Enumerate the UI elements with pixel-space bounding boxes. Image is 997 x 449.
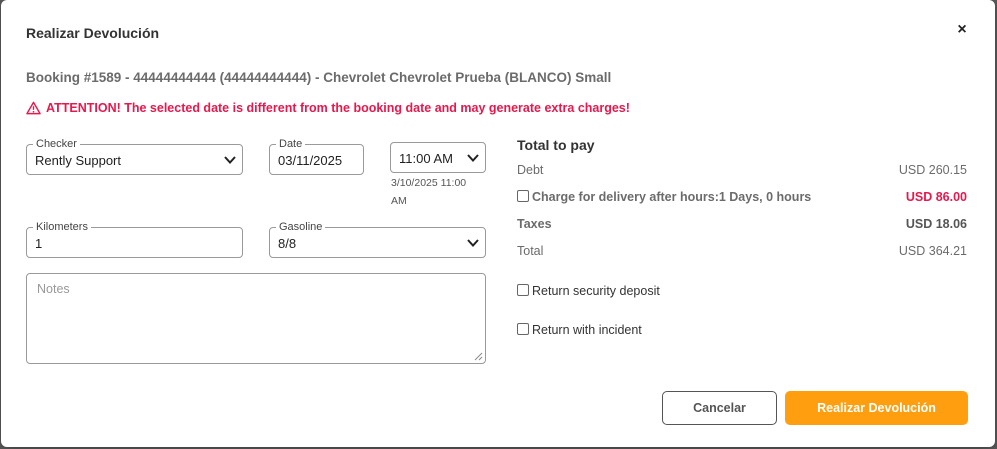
date-warning: ATTENTION! The selected date is differen… (26, 101, 630, 115)
debt-row: Debt USD 260.15 (517, 163, 967, 179)
time-value: 11:00 AM (399, 151, 453, 166)
gasoline-value: 8/8 (278, 236, 297, 251)
submit-return-button[interactable]: Realizar Devolución (785, 391, 968, 425)
checker-select[interactable]: Checker Rently Support (26, 137, 243, 175)
taxes-value: USD 18.06 (905, 217, 967, 231)
taxes-row: Taxes USD 18.06 (517, 217, 967, 233)
time-select[interactable]: 11:00 AM (390, 142, 486, 173)
delivery-charge-value: USD 86.00 (905, 190, 967, 204)
total-label: Total (517, 244, 544, 258)
kilometers-input[interactable]: Kilometers 1 (26, 220, 243, 258)
return-modal: Realizar Devolución × Booking #1589 - 44… (1, 0, 995, 447)
date-input[interactable]: Date 03/11/2025 (269, 137, 364, 175)
notes-textarea[interactable]: Notes (26, 273, 486, 364)
taxes-label: Taxes (517, 217, 552, 231)
notes-placeholder: Notes (37, 282, 70, 296)
debt-label: Debt (517, 163, 544, 177)
kilometers-label: Kilometers (33, 220, 91, 234)
return-security-deposit-option[interactable]: Return security deposit (517, 284, 660, 298)
checker-value: Rently Support (35, 153, 121, 168)
checker-label: Checker (33, 137, 80, 151)
gasoline-select[interactable]: Gasoline 8/8 (269, 220, 486, 258)
total-to-pay-title: Total to pay (517, 137, 595, 153)
date-value: 03/11/2025 (278, 153, 343, 168)
modal-title: Realizar Devolución (26, 25, 160, 41)
delivery-charge-label: Charge for delivery after hours:1 Days, … (517, 190, 811, 204)
date-label: Date (276, 137, 306, 151)
return-with-incident-label: Return with incident (532, 323, 642, 337)
total-value: USD 364.21 (898, 244, 967, 258)
cancel-button[interactable]: Cancelar (662, 391, 777, 425)
chevron-down-icon (467, 154, 479, 162)
booking-summary: Booking #1589 - 44444444444 (44444444444… (26, 70, 612, 85)
warning-triangle-icon (26, 101, 41, 115)
close-icon[interactable]: × (955, 21, 969, 39)
resize-handle-icon[interactable] (474, 352, 483, 361)
return-with-incident-option[interactable]: Return with incident (517, 323, 642, 337)
return-with-incident-checkbox[interactable] (517, 323, 529, 335)
debt-value: USD 260.15 (898, 163, 967, 177)
chevron-down-icon (224, 156, 236, 164)
return-security-deposit-label: Return security deposit (532, 284, 660, 298)
delivery-charge-row: Charge for delivery after hours:1 Days, … (517, 190, 967, 206)
warning-text: ATTENTION! The selected date is differen… (46, 101, 630, 115)
kilometers-value: 1 (35, 236, 43, 251)
booking-date-hint: 3/10/2025 11:00 AM (391, 177, 467, 207)
gasoline-label: Gasoline (276, 220, 326, 234)
total-row: Total USD 364.21 (517, 244, 967, 260)
return-security-deposit-checkbox[interactable] (517, 284, 529, 296)
delivery-charge-checkbox[interactable] (517, 190, 529, 202)
chevron-down-icon (467, 239, 479, 247)
